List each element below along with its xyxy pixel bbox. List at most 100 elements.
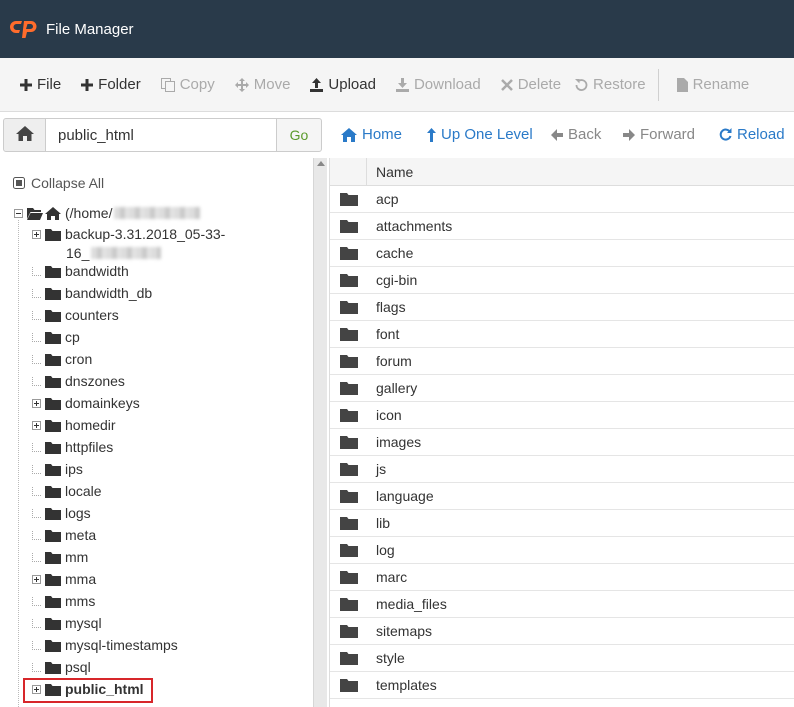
table-row[interactable]: acp [330,186,794,213]
tree-item[interactable]: mms [32,590,95,612]
expand-toggle-icon[interactable] [32,398,41,408]
tree-item[interactable]: homedir [32,414,116,436]
table-row[interactable]: gallery [330,375,794,402]
tree-item[interactable]: mma [32,568,96,590]
app-header: File Manager [0,0,794,58]
table-row[interactable]: templates [330,672,794,699]
copy-button[interactable]: Copy [160,76,215,93]
table-row[interactable]: attachments [330,213,794,240]
folder-icon [330,624,367,638]
tree-item[interactable]: logs [32,502,91,524]
tree-item[interactable]: psql [32,656,91,678]
tree-connector [32,662,41,672]
table-row[interactable]: sitemaps [330,618,794,645]
tree-item-label-continuation: 16_ [66,245,162,261]
collapse-all-button[interactable]: Collapse All [13,175,104,191]
folder-icon [45,551,61,564]
go-button[interactable]: Go [276,118,322,152]
reload-link[interactable]: Reload [719,126,785,143]
table-row[interactable]: js [330,456,794,483]
tree-item[interactable]: ips [32,458,83,480]
table-row[interactable]: style [330,645,794,672]
table-row[interactable]: cgi-bin [330,267,794,294]
folder-icon [330,435,367,449]
new-folder-button[interactable]: Folder [81,76,141,93]
folder-icon [330,381,367,395]
folder-icon [45,397,61,410]
tree-item-label: psql [65,659,91,675]
tree-item[interactable]: counters [32,304,119,326]
tree-item[interactable]: cron [32,348,92,370]
tree-item[interactable]: dnszones [32,370,125,392]
tree-item-label: mysql-timestamps [65,637,178,653]
level-up-icon [427,127,436,142]
table-row[interactable]: forum [330,348,794,375]
tree-item[interactable]: mysql [32,612,102,634]
new-file-button[interactable]: File [20,76,61,93]
rename-button[interactable]: Rename [676,76,749,93]
expand-toggle-icon[interactable] [32,420,41,430]
file-name-cell: flags [376,299,406,315]
tree-item[interactable]: httpfiles [32,436,113,458]
home-directory-button[interactable] [3,118,46,152]
tree-item-label: mms [65,593,96,609]
tree-item-label: locale [65,483,102,499]
tree-item[interactable]: cp [32,326,80,348]
tree-item[interactable]: bandwidth [32,260,129,282]
table-row[interactable]: images [330,429,794,456]
table-row[interactable]: lib [330,510,794,537]
selected-folder-highlight [23,678,153,703]
restore-icon [575,78,588,91]
expand-toggle-icon[interactable] [32,574,41,584]
tree-item-label: bandwidth [65,263,129,279]
table-row[interactable]: language [330,483,794,510]
directory-tree: Collapse All (/home/ backup-3.31.2018_05… [0,158,313,707]
collapse-toggle-icon[interactable] [14,208,23,218]
tree-item[interactable]: mysql-timestamps [32,634,178,656]
path-input[interactable] [45,118,277,152]
download-button[interactable]: Download [395,76,481,93]
tree-item-label: cp [65,329,80,345]
tree-item-label: httpfiles [65,439,114,455]
tree-connector [32,618,41,628]
folder-icon [45,265,61,278]
upload-icon [310,77,324,92]
back-link[interactable]: Back [551,126,601,143]
scroll-up-arrow-icon[interactable] [317,161,325,166]
tree-connector [32,376,41,386]
home-link[interactable]: Home [341,126,402,143]
expand-toggle-icon[interactable] [32,229,41,239]
tree-item[interactable]: meta [32,524,96,546]
move-button[interactable]: Move [234,76,290,93]
tree-root[interactable]: (/home/ [14,205,201,221]
home-icon [341,127,357,142]
folder-icon [330,354,367,368]
table-row[interactable]: marc [330,564,794,591]
table-row[interactable]: icon [330,402,794,429]
name-column-header[interactable]: Name [367,164,413,180]
up-one-level-link[interactable]: Up One Level [427,126,533,143]
forward-link[interactable]: Forward [623,126,695,143]
icon-column-header[interactable] [330,158,367,186]
table-row[interactable]: media_files [330,591,794,618]
table-row[interactable]: cache [330,240,794,267]
tree-connector [32,266,41,276]
tree-item[interactable]: mm [32,546,88,568]
folder-icon [45,485,61,498]
table-row[interactable]: log [330,537,794,564]
restore-button[interactable]: Restore [575,76,646,93]
folder-icon [330,516,367,530]
delete-button[interactable]: Delete [500,76,561,93]
redacted-username [114,207,201,219]
tree-item[interactable]: locale [32,480,102,502]
file-name-cell: attachments [376,218,453,234]
folder-icon [330,462,367,476]
table-row[interactable]: flags [330,294,794,321]
tree-item[interactable]: bandwidth_db [32,282,152,304]
toolbar-divider [657,68,659,101]
tree-item[interactable]: domainkeys [32,392,140,414]
tree-item[interactable]: backup-3.31.2018_05-33- [32,223,225,245]
table-row[interactable]: font [330,321,794,348]
sidebar-scrollbar[interactable] [313,158,327,707]
upload-button[interactable]: Upload [310,76,376,93]
